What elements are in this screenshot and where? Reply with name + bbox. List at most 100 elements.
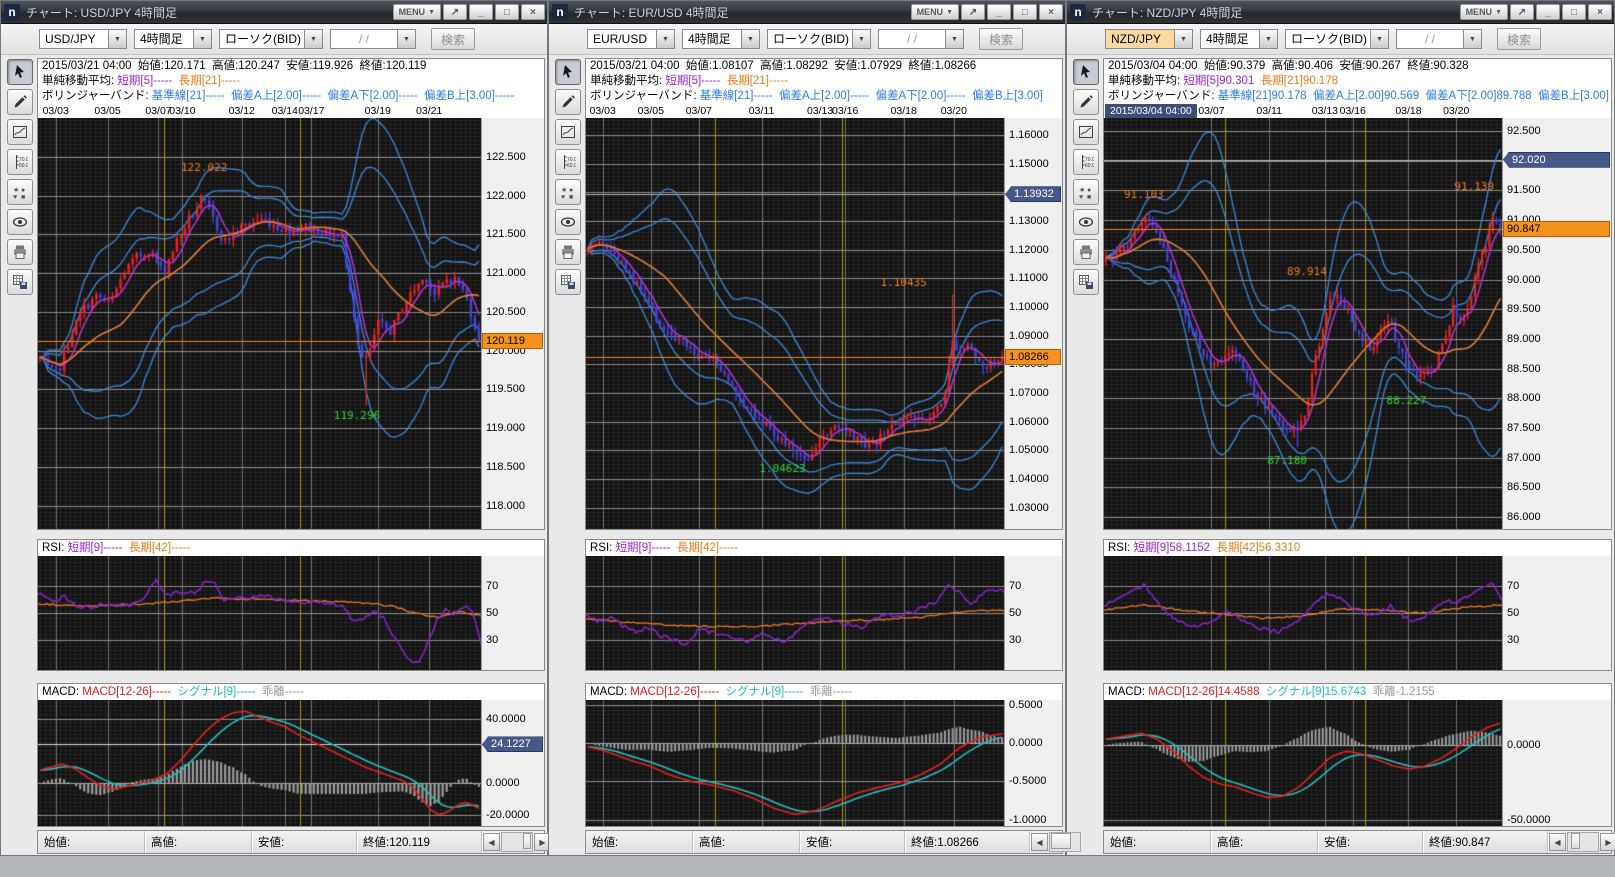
print-button[interactable] [1073,239,1099,265]
rsi-canvas[interactable] [38,556,481,670]
popout-button[interactable]: ↗ [1510,4,1534,20]
indicator-tool-button[interactable] [555,119,581,145]
marks-tool-button[interactable]: ★●♥■ [7,179,33,205]
print-button[interactable] [7,239,33,265]
popout-button[interactable]: ↗ [961,4,985,20]
main-chart-canvas[interactable] [1104,118,1502,529]
pair-value[interactable]: USD/JPY [39,29,108,49]
print-button[interactable] [555,239,581,265]
timeframe-value[interactable]: 4時間足 [682,29,741,49]
chart-style-value[interactable]: ローソク(BID) [219,29,304,49]
timeframe-value[interactable]: 4時間足 [1200,29,1259,49]
menu-button[interactable]: MENU▼ [1460,4,1508,20]
maximize-button[interactable]: □ [1013,4,1037,20]
chevron-down-icon[interactable]: ▼ [852,29,871,49]
date-picker[interactable]: / / ▼ [1396,29,1482,49]
y-axis-label: 1.06000 [1009,416,1049,428]
search-button[interactable]: 検索 [431,28,475,50]
date-picker[interactable]: / / ▼ [330,29,416,49]
draw-tool-button[interactable] [555,89,581,115]
chevron-down-icon[interactable]: ▼ [1259,29,1278,49]
scale-tool-button[interactable]: 70.060.0 [7,149,33,175]
chevron-down-icon[interactable]: ▼ [656,29,675,49]
maximize-button[interactable]: □ [1562,4,1586,20]
export-data-button[interactable] [7,269,33,295]
date-input[interactable]: / / [330,29,397,49]
marks-tool-button[interactable]: ★●♥■ [555,179,581,205]
scroll-right-button[interactable]: ▶ [1600,833,1615,851]
cursor-tool-button[interactable] [7,59,33,85]
chart-style-select[interactable]: ローソク(BID) ▼ [1285,29,1389,49]
scrollbar-track[interactable] [501,832,533,852]
visibility-tool-button[interactable] [1073,209,1099,235]
main-chart-canvas[interactable] [586,118,1004,529]
scroll-left-button[interactable]: ◀ [483,833,500,851]
popout-button[interactable]: ↗ [443,4,467,20]
close-button[interactable]: × [1588,4,1612,20]
draw-tool-button[interactable] [1073,89,1099,115]
scrollbar-thumb[interactable] [523,833,531,849]
scroll-left-button[interactable]: ◀ [1549,833,1566,851]
visibility-tool-button[interactable] [7,209,33,235]
macd-canvas[interactable] [1104,700,1502,826]
main-chart-canvas[interactable] [38,118,481,529]
scroll-left-button[interactable]: ◀ [1031,833,1048,851]
maximize-button[interactable]: □ [495,4,519,20]
rsi-canvas[interactable] [586,556,1004,670]
timeframe-select[interactable]: 4時間足 ▼ [1200,29,1278,49]
pair-select[interactable]: NZD/JPY ▼ [1105,29,1193,49]
chart-style-select[interactable]: ローソク(BID) ▼ [219,29,323,49]
chevron-down-icon[interactable]: ▼ [193,29,212,49]
chevron-down-icon[interactable]: ▼ [1370,29,1389,49]
pair-select[interactable]: EUR/USD ▼ [587,29,675,49]
chevron-down-icon[interactable]: ▼ [397,29,416,49]
chevron-down-icon[interactable]: ▼ [741,29,760,49]
minimize-button[interactable]: _ [1536,4,1560,20]
cursor-tool-button[interactable] [555,59,581,85]
date-picker[interactable]: / / ▼ [878,29,964,49]
timeframe-select[interactable]: 4時間足 ▼ [134,29,212,49]
scrollbar-thumb[interactable] [1571,833,1580,849]
minimize-button[interactable]: _ [469,4,493,20]
chevron-down-icon[interactable]: ▼ [304,29,323,49]
marks-tool-button[interactable]: ★●♥■ [1073,179,1099,205]
date-input[interactable]: / / [1396,29,1463,49]
export-data-button[interactable] [1073,269,1099,295]
macd-canvas[interactable] [38,700,481,826]
y-axis-label: 30 [1507,634,1519,646]
chevron-down-icon[interactable]: ▼ [108,29,127,49]
pair-value[interactable]: NZD/JPY [1105,29,1174,49]
scrollbar-track[interactable] [1567,832,1599,852]
app-logo-icon: n [4,4,20,20]
indicator-tool-button[interactable] [1073,119,1099,145]
scale-tool-button[interactable]: 70.060.0 [555,149,581,175]
pair-value[interactable]: EUR/USD [587,29,656,49]
chevron-down-icon[interactable]: ▼ [1463,29,1482,49]
export-data-button[interactable] [555,269,581,295]
cursor-tool-button[interactable] [1073,59,1099,85]
chart-style-value[interactable]: ローソク(BID) [767,29,852,49]
chart-style-value[interactable]: ローソク(BID) [1285,29,1370,49]
search-button[interactable]: 検索 [979,28,1023,50]
menu-button[interactable]: MENU▼ [911,4,959,20]
scale-tool-button[interactable]: 70.060.0 [1073,149,1099,175]
chevron-down-icon[interactable]: ▼ [1174,29,1193,49]
search-button[interactable]: 検索 [1497,28,1541,50]
macd-canvas[interactable] [586,700,1004,826]
scrollbar-track[interactable] [1049,832,1081,852]
draw-tool-button[interactable] [7,89,33,115]
close-button[interactable]: × [521,4,545,20]
date-input[interactable]: / / [878,29,945,49]
scrollbar-thumb[interactable] [1051,833,1071,849]
timeframe-select[interactable]: 4時間足 ▼ [682,29,760,49]
menu-button[interactable]: MENU▼ [393,4,441,20]
timeframe-value[interactable]: 4時間足 [134,29,193,49]
close-button[interactable]: × [1039,4,1063,20]
minimize-button[interactable]: _ [987,4,1011,20]
pair-select[interactable]: USD/JPY ▼ [39,29,127,49]
chart-style-select[interactable]: ローソク(BID) ▼ [767,29,871,49]
indicator-tool-button[interactable] [7,119,33,145]
chevron-down-icon[interactable]: ▼ [945,29,964,49]
rsi-canvas[interactable] [1104,556,1502,670]
visibility-tool-button[interactable] [555,209,581,235]
